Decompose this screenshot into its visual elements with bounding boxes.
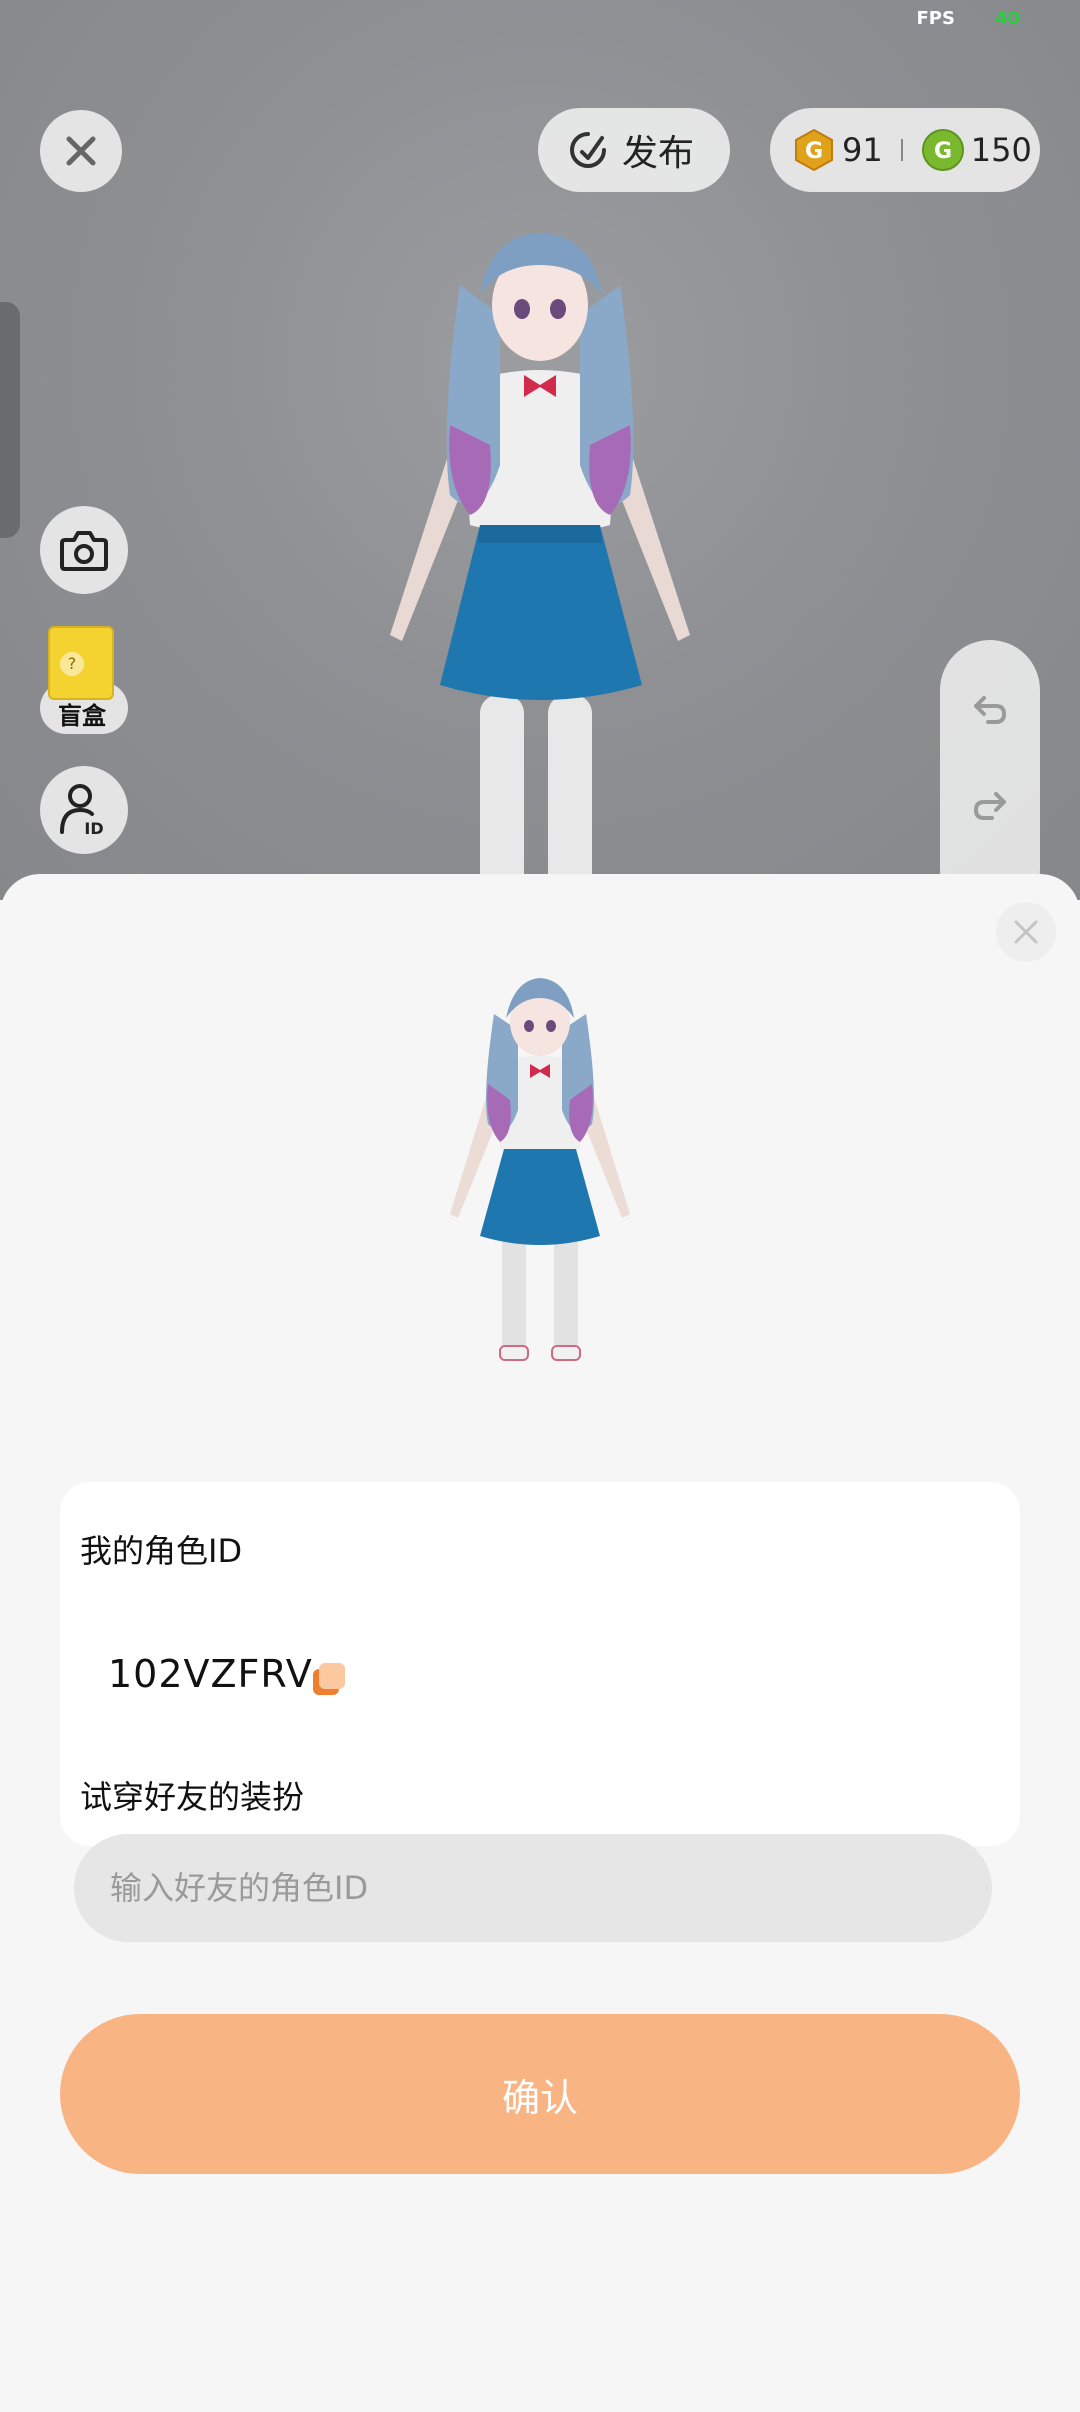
copy-icon[interactable] xyxy=(310,1660,348,1698)
character-model xyxy=(390,233,690,900)
fps-label: FPS xyxy=(916,8,955,29)
try-friend-outfit-label: 试穿好友的装扮 xyxy=(80,1778,305,1816)
camera-icon xyxy=(60,531,108,571)
green-coin-count: 150 xyxy=(970,131,1032,169)
confirm-button[interactable]: 确认 xyxy=(60,2014,1020,2174)
svg-text:G: G xyxy=(805,139,823,164)
fps-value: 40 xyxy=(994,8,1020,29)
character-id-button[interactable]: ID xyxy=(40,766,128,854)
gold-coin-count: 91 xyxy=(842,131,883,169)
currency-display[interactable]: G 91 G 150 xyxy=(770,108,1040,192)
publish-button[interactable]: 发布 xyxy=(538,108,730,192)
avatar-editor-scene: FPS 40 发布 G 91 G 150 ? 盲盒 ID xyxy=(0,0,1080,900)
publish-icon xyxy=(570,132,606,168)
blind-box-icon: ? xyxy=(48,626,114,700)
undo-redo-panel xyxy=(940,640,1040,900)
green-coin-icon: G xyxy=(921,129,964,171)
close-icon xyxy=(1014,920,1038,944)
my-character-id-value: 102VZFRV xyxy=(108,1652,313,1696)
character-preview xyxy=(450,978,630,1361)
side-panel-handle[interactable] xyxy=(0,302,20,538)
blind-box-button[interactable]: ? 盲盒 xyxy=(40,626,130,734)
blind-box-label: 盲盒 xyxy=(58,702,106,730)
character-id-card: 我的角色ID 102VZFRV 试穿好友的装扮 xyxy=(60,1482,1020,1942)
fps-counter: FPS 40 xyxy=(916,8,1020,29)
svg-text:G: G xyxy=(934,139,952,164)
svg-text:ID: ID xyxy=(84,819,103,838)
gold-coin-icon: G xyxy=(795,128,833,172)
character-id-sheet: 我的角色ID 102VZFRV 试穿好友的装扮 确认 xyxy=(0,874,1080,2412)
close-editor-button[interactable] xyxy=(40,110,122,192)
close-icon xyxy=(66,136,96,166)
user-id-icon: ID xyxy=(60,784,104,838)
my-character-id-label: 我的角色ID xyxy=(80,1532,243,1570)
friend-id-input[interactable] xyxy=(74,1834,992,1942)
sheet-close-button[interactable] xyxy=(996,902,1056,962)
redo-icon[interactable] xyxy=(970,786,1010,826)
currency-divider xyxy=(900,139,903,161)
camera-button[interactable] xyxy=(40,506,128,594)
publish-label: 发布 xyxy=(622,133,695,174)
undo-icon[interactable] xyxy=(970,690,1010,730)
